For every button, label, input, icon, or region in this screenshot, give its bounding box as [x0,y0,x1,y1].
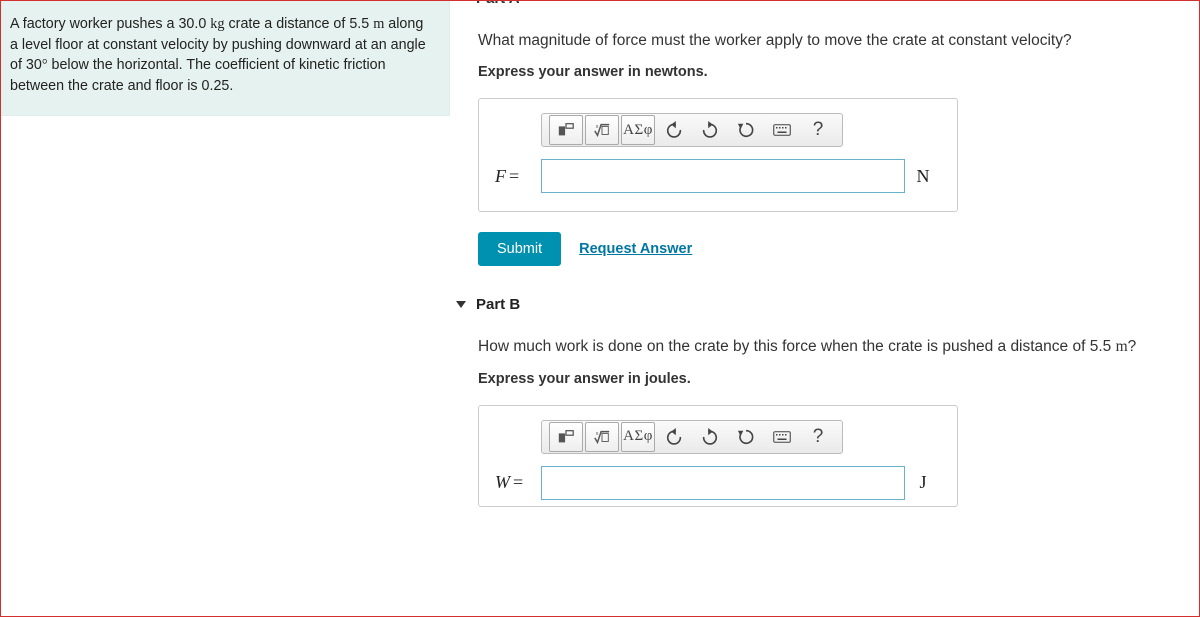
redo-button[interactable] [693,115,727,145]
part-b-unit: J [905,472,941,493]
svg-text:x: x [596,124,599,130]
template-picker-button[interactable] [549,115,583,145]
part-b-answer-box: x ΑΣφ ? [478,405,958,507]
redo-button[interactable] [693,422,727,452]
part-a-answer-box: x ΑΣφ ? F= N [478,98,958,212]
part-b-answer-input[interactable] [541,466,905,500]
radical-button[interactable]: x [585,422,619,452]
reset-button[interactable] [729,422,763,452]
greek-button[interactable]: ΑΣφ [621,422,655,452]
formula-toolbar: x ΑΣφ ? [541,113,843,147]
undo-button[interactable] [657,422,691,452]
caret-down-icon [456,301,466,308]
formula-toolbar: x ΑΣφ ? [541,420,843,454]
greek-button[interactable]: ΑΣφ [621,115,655,145]
radical-button[interactable]: x [585,115,619,145]
part-a-header[interactable]: Part A [456,0,1180,7]
problem-statement: A factory worker pushes a 30.0 kg crate … [0,0,450,116]
variable-label: F= [495,166,541,187]
part-a-unit: N [905,166,941,187]
svg-text:x: x [596,431,599,437]
part-b-question: How much work is done on the crate by th… [478,335,1180,358]
request-answer-link[interactable]: Request Answer [579,241,692,257]
part-a-answer-input[interactable] [541,159,905,193]
part-b-instruction: Express your answer in joules. [478,371,1180,387]
variable-label: W= [495,472,541,493]
template-picker-button[interactable] [549,422,583,452]
reset-button[interactable] [729,115,763,145]
submit-button[interactable]: Submit [478,232,561,266]
part-b-label: Part B [476,296,520,313]
part-b-header[interactable]: Part B [456,296,1180,313]
part-a-question: What magnitude of force must the worker … [478,29,1180,52]
keyboard-button[interactable] [765,422,799,452]
undo-button[interactable] [657,115,691,145]
keyboard-button[interactable] [765,115,799,145]
help-button[interactable]: ? [801,422,835,452]
part-a-instruction: Express your answer in newtons. [478,64,1180,80]
part-a-label: Part A [476,0,520,7]
help-button[interactable]: ? [801,115,835,145]
